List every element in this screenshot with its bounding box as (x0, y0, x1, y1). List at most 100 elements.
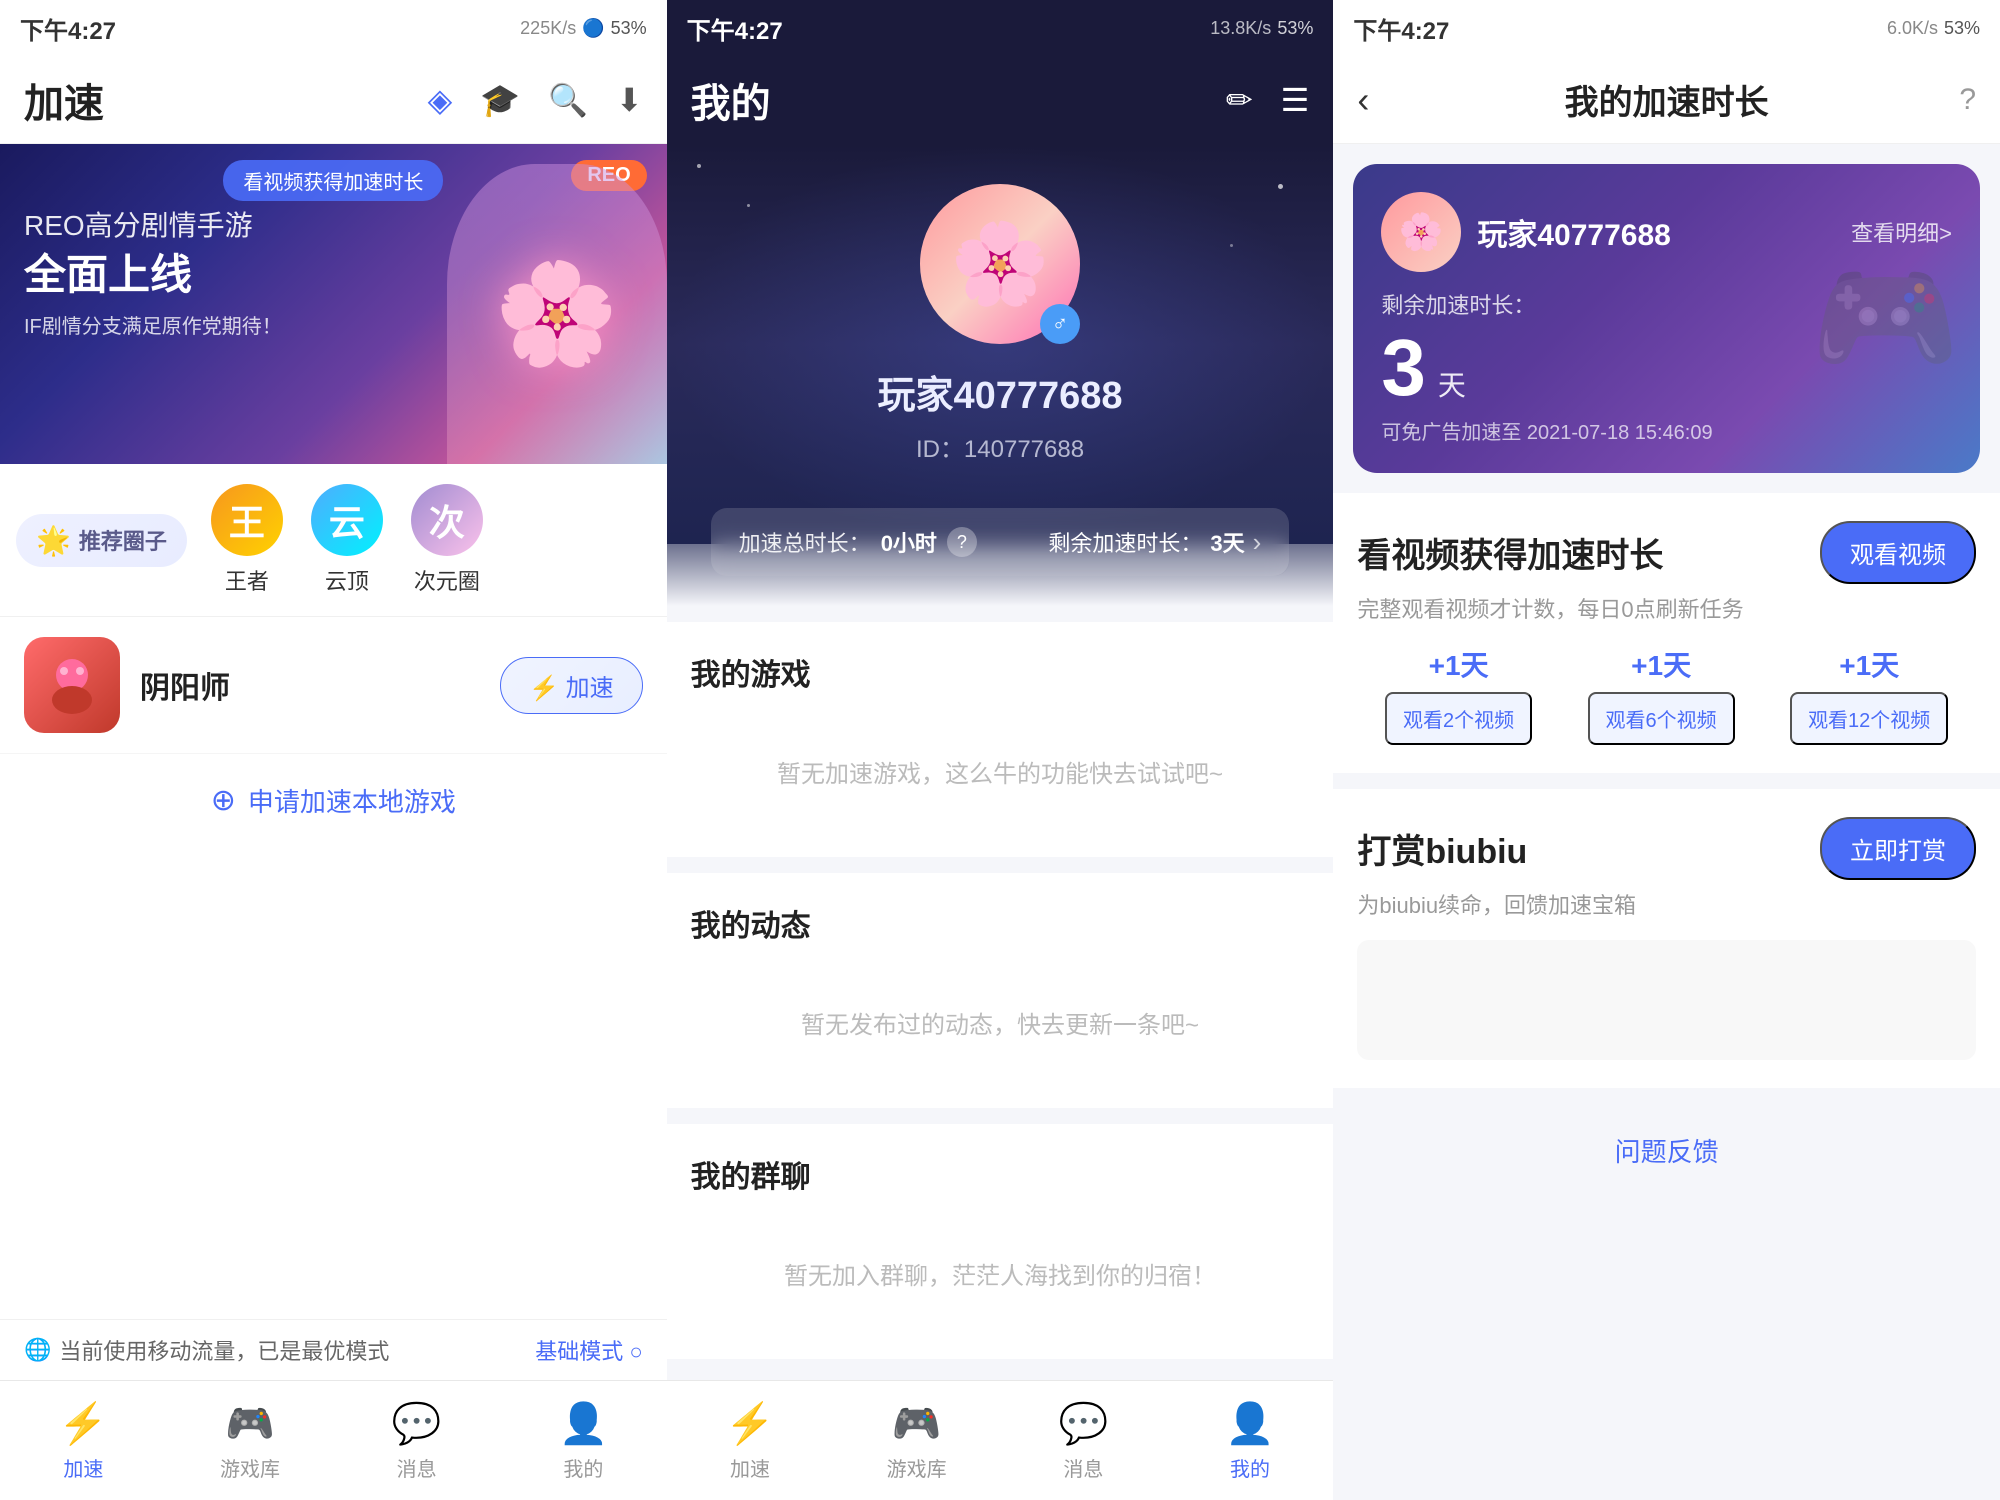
reward-header: 打赏biubiu 立即打赏 (1357, 817, 1976, 880)
view-detail-link[interactable]: 查看明细> (1851, 216, 1952, 248)
banner-text: REO高分剧情手游 全面上线 IF剧情分支满足原作党期待！ (24, 204, 282, 339)
recommend-icon: 🌟 (36, 524, 71, 557)
wangzhe-icon: 王 (211, 484, 283, 556)
reward-plus-3: +1天 (1839, 644, 1899, 684)
category-wangzhe[interactable]: 王 王者 (207, 484, 287, 596)
speed-bar-wrapper: 加速总时长： 0小时 ? 剩余加速时长： 3天 › (667, 508, 1334, 606)
profile-section: 🌸 ♂ 玩家40777688 ID：140777688 (667, 144, 1334, 544)
star-1 (697, 164, 701, 168)
status-bar-1: 下午4:27 225K/s 🔵 53% (0, 0, 667, 56)
header-icons-1: ◈ 🎓 🔍 ⬇ (428, 81, 643, 119)
nav-messages-2[interactable]: 💬 消息 (1000, 1400, 1167, 1482)
category-recommend[interactable]: 🌟 推荐圈子 (16, 514, 187, 567)
nav-games[interactable]: 🎮 游戏库 (167, 1400, 334, 1482)
star-2 (747, 204, 750, 207)
tip-link[interactable]: 基础模式 ○ (535, 1334, 642, 1366)
edit-icon[interactable]: ✏ (1226, 81, 1253, 119)
profile-avatar: 🌸 ♂ (920, 184, 1080, 344)
bottom-tip: 🌐 当前使用移动流量，已是最优模式 基础模式 ○ (0, 1319, 667, 1380)
my-group-empty: 暂无加入群聊，茫茫人海找到你的归宿！ (691, 1216, 1310, 1331)
speed-indicator-1: 225K/s (520, 18, 576, 39)
panel-speed: 下午4:27 225K/s 🔵 53% 加速 ◈ 🎓 🔍 ⬇ 看视频获得加速时长… (0, 0, 667, 1500)
my-games-empty: 暂无加速游戏，这么牛的功能快去试试吧~ (691, 714, 1310, 829)
my-feed-empty: 暂无发布过的动态，快去更新一条吧~ (691, 965, 1310, 1080)
header-2: 我的 ✏ ☰ (667, 56, 1334, 144)
banner[interactable]: 看视频获得加速时长 REO REO高分剧情手游 全面上线 IF剧情分支满足原作党… (0, 144, 667, 464)
apply-local-game[interactable]: ⊕ 申请加速本地游戏 (0, 754, 667, 847)
category-ciyuan[interactable]: 次 次元圈 (407, 484, 487, 596)
reward-section: 打赏biubiu 立即打赏 为biubiu续命，回馈加速宝箱 (1333, 789, 2000, 1088)
page-title-1: 加速 (24, 71, 104, 129)
bottom-nav-1: ⚡ 加速 🎮 游戏库 💬 消息 👤 我的 (0, 1380, 667, 1500)
card-user-info: 玩家40777688 (1477, 210, 1835, 254)
banner-character: 🌸 (447, 164, 667, 464)
header-1: 加速 ◈ 🎓 🔍 ⬇ (0, 56, 667, 144)
game-name: 阴阳师 (140, 663, 500, 707)
free-ad-label: 可免广告加速至 2021-07-18 15:46:09 (1381, 416, 1952, 445)
nav-messages[interactable]: 💬 消息 (333, 1400, 500, 1482)
speed-bar-left: 加速总时长： 0小时 ? (739, 526, 977, 558)
watch-video-btn[interactable]: 观看视频 (1820, 521, 1976, 584)
watch-video-section: 看视频获得加速时长 观看视频 完整观看视频才计数，每日0点刷新任务 +1天 观看… (1333, 493, 2000, 773)
help-icon[interactable]: ? (947, 527, 977, 557)
watch-video-sub: 完整观看视频才计数，每日0点刷新任务 (1357, 592, 1976, 624)
remaining-label: 剩余加速时长： (1048, 526, 1202, 558)
watch-video-header: 看视频获得加速时长 观看视频 (1357, 521, 1976, 584)
nav-profile[interactable]: 👤 我的 (500, 1400, 667, 1482)
game-item: 阴阳师 ⚡ 加速 (0, 617, 667, 754)
nav-speed[interactable]: ⚡ 加速 (0, 1400, 167, 1482)
controller-decoration: 🎮 (1811, 249, 1960, 389)
video-rewards: +1天 观看2个视频 +1天 观看6个视频 +1天 观看12个视频 (1357, 644, 1976, 745)
banner-text-main: 全面上线 (24, 252, 282, 298)
menu-icon[interactable]: ☰ (1281, 81, 1310, 119)
feedback-link[interactable]: 问题反馈 (1333, 1104, 2000, 1197)
tip-content: 🌐 当前使用移动流量，已是最优模式 (24, 1334, 389, 1366)
nav-speed-2[interactable]: ⚡ 加速 (667, 1400, 834, 1482)
games-nav-icon: 🎮 (225, 1400, 275, 1447)
status-time-2: 下午4:27 (687, 11, 783, 46)
reward-btn-2[interactable]: 观看6个视频 (1588, 692, 1735, 745)
my-games-section: 我的游戏 暂无加速游戏，这么牛的功能快去试试吧~ (667, 622, 1334, 857)
battery-icon-2: 53% (1277, 18, 1313, 39)
reward-btn-1[interactable]: 观看2个视频 (1385, 692, 1532, 745)
speed-nav-label: 加速 (63, 1453, 103, 1482)
gift-icon[interactable]: 🎓 (480, 81, 520, 119)
reward-title: 打赏biubiu (1357, 824, 1527, 873)
card-avatar: 🌸 (1381, 192, 1461, 272)
speed-indicator-3: 6.0K/s (1887, 18, 1938, 39)
my-group-section: 我的群聊 暂无加入群聊，茫茫人海找到你的归宿！ (667, 1124, 1334, 1359)
messages-nav-label-2: 消息 (1063, 1453, 1103, 1482)
gender-badge: ♂ (1040, 304, 1080, 344)
page-title-3: 我的加速时长 (1565, 75, 1769, 124)
banner-video-btn[interactable]: 看视频获得加速时长 (223, 160, 443, 201)
games-nav-label-2: 游戏库 (887, 1453, 947, 1482)
help-button[interactable]: ? (1959, 83, 1976, 117)
messages-nav-icon: 💬 (392, 1400, 442, 1447)
diamond-icon[interactable]: ◈ (428, 81, 453, 119)
reward-btn[interactable]: 立即打赏 (1820, 817, 1976, 880)
reward-plus-1: +1天 (1429, 644, 1489, 684)
plus-circle-icon: ⊕ (211, 783, 236, 818)
status-time-1: 下午4:27 (20, 11, 116, 46)
category-yunding[interactable]: 云 云顶 (307, 484, 387, 596)
back-button[interactable]: ‹ (1357, 79, 1369, 121)
bottom-nav-2: ⚡ 加速 🎮 游戏库 💬 消息 👤 我的 (667, 1380, 1334, 1500)
speed-bar-right[interactable]: 剩余加速时长： 3天 › (1048, 526, 1261, 558)
nav-games-2[interactable]: 🎮 游戏库 (833, 1400, 1000, 1482)
tip-text: 当前使用移动流量，已是最优模式 (59, 1334, 389, 1366)
yunding-label: 云顶 (325, 564, 369, 596)
download-icon[interactable]: ⬇ (616, 81, 643, 119)
profile-nav-icon-2: 👤 (1225, 1400, 1275, 1447)
speed-bar[interactable]: 加速总时长： 0小时 ? 剩余加速时长： 3天 › (711, 508, 1290, 576)
banner-text-top: REO高分剧情手游 (24, 204, 282, 244)
card-avatar-emoji: 🌸 (1399, 211, 1444, 253)
content-scroll-1: 看视频获得加速时长 REO REO高分剧情手游 全面上线 IF剧情分支满足原作党… (0, 144, 667, 1319)
recommend-label: 推荐圈子 (79, 524, 167, 556)
search-icon[interactable]: 🔍 (548, 81, 588, 119)
status-time-3: 下午4:27 (1353, 11, 1449, 46)
nav-profile-2[interactable]: 👤 我的 (1167, 1400, 1334, 1482)
reward-btn-3[interactable]: 观看12个视频 (1790, 692, 1948, 745)
speed-button[interactable]: ⚡ 加速 (500, 657, 643, 714)
page-title-2: 我的 (691, 71, 771, 129)
watch-video-title: 看视频获得加速时长 (1357, 528, 1663, 577)
